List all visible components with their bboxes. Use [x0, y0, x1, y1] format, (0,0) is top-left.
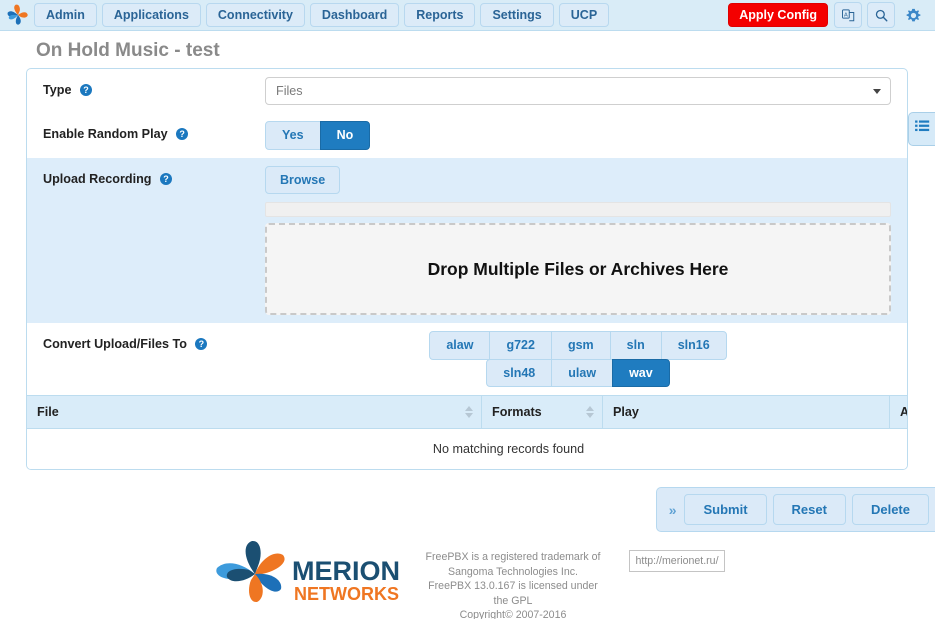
table-row-empty: No matching records found — [27, 428, 907, 469]
form-row-upload-recording: Upload Recording ? Browse Drop Multiple … — [27, 157, 907, 323]
translate-icon[interactable]: A — [834, 2, 862, 28]
type-label: Type ? — [43, 77, 265, 97]
app-root: Admin Applications Connectivity Dashboar… — [0, 0, 935, 619]
nav-item-applications[interactable]: Applications — [101, 2, 201, 28]
form-row-convert-formats: Convert Upload/Files To ? alaw g722 gsm … — [27, 323, 907, 395]
footer-line-2: Sangoma Technologies Inc. — [448, 565, 578, 578]
format-option-alaw[interactable]: alaw — [429, 331, 491, 360]
svg-text:NETWORKS: NETWORKS — [294, 584, 399, 604]
page-footer: MERION NETWORKS FreePBX is a registered … — [0, 540, 935, 619]
delete-button[interactable]: Delete — [851, 494, 929, 525]
convert-formats-label-text: Convert Upload/Files To — [43, 337, 187, 351]
type-select-value: Files — [276, 84, 303, 98]
convert-formats-row-1: alaw g722 gsm sln sln16 — [429, 331, 727, 360]
page-title: On Hold Music - test — [36, 40, 220, 61]
recordings-table: File Formats Play Action — [27, 395, 907, 469]
apply-config-button[interactable]: Apply Config — [728, 2, 828, 28]
footer-line-4: the GPL — [493, 594, 533, 607]
on-hold-music-form-panel: Type ? Files Enable Random Play ? Yes No — [26, 68, 908, 470]
help-icon-upload-recording[interactable]: ? — [159, 172, 172, 185]
recordings-table-body: No matching records found — [27, 428, 907, 469]
nav-item-reports[interactable]: Reports — [404, 2, 476, 28]
convert-formats-control: alaw g722 gsm sln sln16 sln48 ulaw wav — [265, 331, 891, 387]
top-navbar: Admin Applications Connectivity Dashboar… — [0, 0, 935, 31]
convert-formats-row-2: sln48 ulaw wav — [486, 358, 670, 387]
format-option-g722[interactable]: g722 — [489, 331, 552, 360]
chevron-down-icon — [873, 89, 881, 94]
nav-item-settings[interactable]: Settings — [480, 2, 554, 28]
column-header-play[interactable]: Play — [602, 395, 890, 429]
freepbx-swirl-logo-icon[interactable] — [6, 3, 30, 27]
footer-line-1: FreePBX is a registered trademark of — [425, 551, 601, 563]
svg-text:MERION: MERION — [292, 556, 400, 586]
reset-button[interactable]: Reset — [772, 494, 846, 525]
nav-item-admin[interactable]: Admin — [34, 2, 97, 28]
right-panel-toggle[interactable] — [908, 112, 935, 146]
convert-formats-button-groups: alaw g722 gsm sln sln16 sln48 ulaw wav — [265, 331, 891, 387]
format-option-wav[interactable]: wav — [612, 358, 670, 387]
random-play-label: Enable Random Play ? — [43, 121, 265, 141]
convert-formats-label: Convert Upload/Files To ? — [43, 331, 265, 351]
column-header-formats-label: Formats — [492, 405, 542, 419]
empty-state-text: No matching records found — [27, 428, 907, 469]
form-row-random-play: Enable Random Play ? Yes No — [27, 113, 907, 158]
upload-recording-control: Browse Drop Multiple Files or Archives H… — [265, 165, 891, 315]
dropzone-text: Drop Multiple Files or Archives Here — [427, 258, 729, 279]
nav-item-connectivity[interactable]: Connectivity — [205, 2, 305, 28]
column-header-formats[interactable]: Formats — [481, 395, 603, 429]
upload-recording-label-text: Upload Recording — [43, 171, 152, 186]
type-label-text: Type — [43, 83, 72, 97]
footer-legal-text: FreePBX is a registered trademark of San… — [410, 540, 615, 619]
list-menu-icon — [914, 120, 930, 138]
footer-url-box[interactable]: http://merionet.ru/ — [629, 550, 725, 572]
help-icon-convert-formats[interactable]: ? — [195, 338, 208, 350]
format-option-ulaw[interactable]: ulaw — [551, 358, 614, 387]
form-row-type: Type ? Files — [27, 69, 907, 113]
file-dropzone[interactable]: Drop Multiple Files or Archives Here — [265, 223, 891, 315]
help-icon-random-play[interactable]: ? — [176, 128, 189, 140]
column-header-file[interactable]: File — [27, 395, 482, 429]
table-header-row: File Formats Play Action — [27, 395, 907, 429]
random-play-control: Yes No — [265, 121, 891, 150]
sort-icon-formats[interactable] — [586, 406, 594, 418]
help-icon-type[interactable]: ? — [79, 84, 92, 96]
expand-actions-icon[interactable]: » — [661, 502, 685, 518]
svg-text:A: A — [844, 12, 848, 18]
nav-item-ucp[interactable]: UCP — [558, 2, 610, 28]
nav-item-dashboard[interactable]: Dashboard — [309, 2, 400, 28]
submit-button[interactable]: Submit — [684, 494, 767, 525]
column-header-file-label: File — [37, 405, 59, 419]
column-header-action[interactable]: Action — [889, 395, 907, 429]
column-header-play-label: Play — [613, 405, 639, 419]
search-icon[interactable] — [867, 2, 895, 28]
type-select[interactable]: Files — [265, 77, 891, 105]
random-play-toggle-group: Yes No — [265, 121, 891, 150]
upload-recording-label: Upload Recording ? — [43, 166, 265, 186]
footer-line-5: Copyright© 2007-2016 — [459, 609, 567, 619]
form-action-bar: » Submit Reset Delete — [655, 487, 935, 532]
random-play-option-no[interactable]: No — [319, 121, 371, 150]
upload-progress-bar — [265, 202, 891, 217]
recordings-table-head: File Formats Play Action — [27, 395, 907, 429]
random-play-option-yes[interactable]: Yes — [265, 121, 321, 150]
column-header-action-label: Action — [900, 405, 907, 419]
format-option-gsm[interactable]: gsm — [550, 331, 611, 360]
format-option-sln[interactable]: sln — [609, 331, 662, 360]
footer-line-3: FreePBX 13.0.167 is licensed under — [428, 580, 598, 593]
random-play-label-text: Enable Random Play — [43, 127, 168, 141]
sort-icon-file[interactable] — [465, 406, 473, 418]
gear-icon[interactable] — [900, 3, 926, 27]
format-option-sln48[interactable]: sln48 — [486, 358, 553, 387]
format-option-sln16[interactable]: sln16 — [660, 331, 727, 360]
type-control: Files — [265, 77, 891, 105]
merion-networks-logo: MERION NETWORKS — [210, 540, 410, 610]
browse-button[interactable]: Browse — [265, 165, 341, 194]
